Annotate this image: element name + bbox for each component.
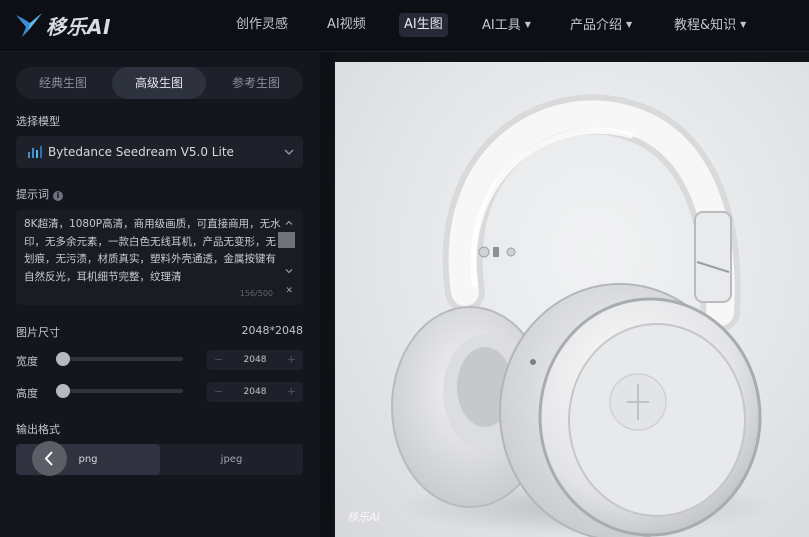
tab-reference[interactable]: 参考生图 <box>209 67 303 99</box>
nav-label: 创作灵感 <box>236 17 289 32</box>
nav-item-ai-image[interactable]: AI生图 <box>399 13 448 37</box>
tab-advanced[interactable]: 高级生图 <box>112 67 206 99</box>
height-slider-handle[interactable] <box>56 384 71 398</box>
watermark-text: 移乐AI <box>347 511 380 524</box>
nav-label: AI生图 <box>404 17 443 32</box>
model-value: Bytedance Seedream V5.0 Lite <box>48 145 234 159</box>
scrollbar-thumb[interactable] <box>278 232 295 248</box>
headphones-image <box>391 94 775 537</box>
brand-logo[interactable]: 移乐AI <box>14 10 111 40</box>
mode-tabs: 经典生图 高级生图 参考生图 <box>16 67 303 99</box>
prompt-textarea[interactable]: 8K超清，1080P高清，商用级画质，可直接商用，无水印，无多余元素，一款白色无… <box>16 210 303 305</box>
format-label: 输出格式 <box>16 423 60 436</box>
nav-item-ai-video[interactable]: AI视频 <box>327 13 366 37</box>
generated-image[interactable]: 移乐AI <box>335 62 809 537</box>
info-icon[interactable]: i <box>53 191 63 201</box>
caret-down-icon: ▼ <box>626 20 633 29</box>
size-value: 2048*2048 <box>241 324 304 337</box>
width-slider-handle[interactable] <box>56 352 71 366</box>
tab-classic[interactable]: 经典生图 <box>16 67 110 99</box>
nav-label: AI工具 <box>482 18 521 33</box>
model-bars-icon <box>28 146 42 158</box>
nav-item-products[interactable]: 产品介绍 ▼ <box>570 13 632 37</box>
brand-name: 移乐AI <box>46 14 111 39</box>
plus-icon[interactable]: + <box>287 382 296 402</box>
plus-icon[interactable]: + <box>287 350 296 370</box>
nav-item-tutorials[interactable]: 教程&知识 ▼ <box>674 13 746 37</box>
nav-label: 教程&知识 <box>674 18 737 33</box>
top-navigation-bar: 移乐AI 创作灵感 AI视频 AI生图 AI工具 ▼ 产品介绍 ▼ 教程&知识 ▼ <box>0 0 809 52</box>
caret-down-icon: ▼ <box>740 20 747 29</box>
height-stepper[interactable]: − 2048 + <box>207 382 303 402</box>
scroll-down-icon[interactable] <box>284 266 294 276</box>
size-label: 图片尺寸 <box>16 326 60 339</box>
nav-label: AI视频 <box>327 17 366 32</box>
width-stepper[interactable]: − 2048 + <box>207 350 303 370</box>
prompt-label: 提示词 <box>16 188 49 201</box>
settings-panel: 经典生图 高级生图 参考生图 选择模型 Bytedance Seedream V… <box>0 53 320 537</box>
model-label: 选择模型 <box>16 115 60 128</box>
nav-item-ai-tools[interactable]: AI工具 ▼ <box>482 13 531 37</box>
scroll-up-icon[interactable] <box>284 218 294 228</box>
chevron-down-icon <box>284 149 294 156</box>
caret-down-icon: ▼ <box>524 20 531 29</box>
clear-icon[interactable]: ✕ <box>285 286 293 296</box>
format-option-jpeg[interactable]: jpeg <box>160 444 303 475</box>
nav-label: 产品介绍 <box>570 18 623 33</box>
height-label: 高度 <box>16 387 38 400</box>
nav-item-inspiration[interactable]: 创作灵感 <box>236 13 288 37</box>
width-label: 宽度 <box>16 355 38 368</box>
panel-divider <box>320 53 333 537</box>
brand-logo-icon <box>16 13 42 37</box>
char-counter: 156/500 <box>239 289 273 298</box>
prompt-label-row: 提示词 i <box>16 186 63 202</box>
collapse-button[interactable] <box>32 441 67 476</box>
prompt-text[interactable]: 8K超清，1080P高清，商用级画质，可直接商用，无水印，无多余元素，一款白色无… <box>24 216 282 286</box>
model-select[interactable]: Bytedance Seedream V5.0 Lite <box>16 136 303 168</box>
chevron-left-icon <box>44 451 53 466</box>
height-slider[interactable] <box>56 384 183 398</box>
watermark: 移乐AI <box>347 509 380 525</box>
width-slider[interactable] <box>56 352 183 366</box>
